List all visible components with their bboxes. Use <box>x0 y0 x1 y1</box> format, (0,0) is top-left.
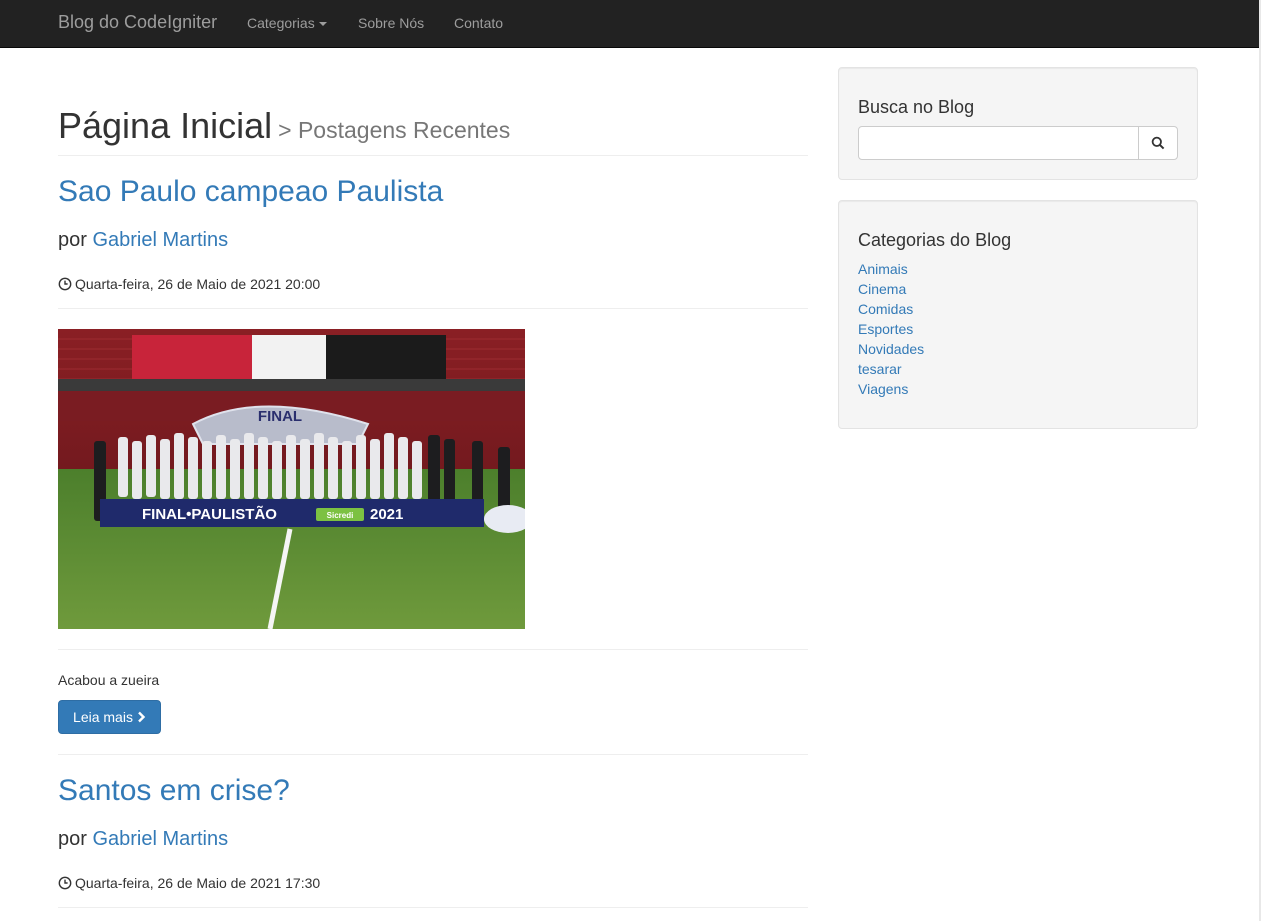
clock-icon <box>58 876 72 890</box>
post-author-link[interactable]: Gabriel Martins <box>92 828 228 850</box>
page-title: Página Inicial > Postagens Recentes <box>58 104 808 152</box>
caret-down-icon <box>318 22 327 27</box>
category-link[interactable]: Novidades <box>858 341 924 357</box>
page-header: Página Inicial > Postagens Recentes <box>58 104 808 156</box>
chevron-right-icon <box>138 711 146 723</box>
post-item: Santos em crise? por Gabriel Martins Qua… <box>58 773 808 892</box>
category-item: tesarar <box>858 359 924 379</box>
category-item: Viagens <box>858 379 924 399</box>
post-excerpt: Acabou a zueira <box>58 672 160 688</box>
category-link[interactable]: Viagens <box>858 381 908 397</box>
categories-panel: Categorias do Blog Animais Cinema Comida… <box>838 200 1198 429</box>
post-date-text: Quarta-feira, 26 de Maio de 2021 17:30 <box>75 875 321 891</box>
post-author-link[interactable]: Gabriel Martins <box>92 229 228 251</box>
post-author: por Gabriel Martins <box>58 227 808 253</box>
post-title-link[interactable]: Santos em crise? <box>58 774 290 807</box>
category-item: Novidades <box>858 339 924 359</box>
category-item: Comidas <box>858 299 924 319</box>
post-date: Quarta-feira, 26 de Maio de 2021 20:00 <box>58 275 808 293</box>
clock-icon <box>58 277 72 291</box>
category-item: Cinema <box>858 279 924 299</box>
brand-link[interactable]: Blog do CodeIgniter <box>58 12 217 32</box>
divider <box>58 649 808 650</box>
post-date-text: Quarta-feira, 26 de Maio de 2021 20:00 <box>75 276 321 292</box>
post-title: Santos em crise? <box>58 773 808 809</box>
image-sponsor-text: Sicredi <box>327 511 354 520</box>
category-link[interactable]: Cinema <box>858 281 906 297</box>
post-date: Quarta-feira, 26 de Maio de 2021 17:30 <box>58 874 808 892</box>
search-input[interactable] <box>858 126 1139 160</box>
post-image: FINAL FINAL•PAULISTÃO Sicredi 2021 <box>58 329 525 629</box>
divider <box>58 754 808 755</box>
category-item: Esportes <box>858 319 924 339</box>
search-icon <box>1151 136 1165 150</box>
post-title-link[interactable]: Sao Paulo campeao Paulista <box>58 175 443 208</box>
nav-contato[interactable]: Contato <box>454 14 503 32</box>
read-more-label: Leia mais <box>73 709 133 725</box>
navbar: Blog do CodeIgniter Categorias Sobre Nós… <box>0 0 1259 48</box>
page-title-text: Página Inicial <box>58 105 273 146</box>
divider <box>58 308 808 309</box>
category-link[interactable]: Esportes <box>858 321 913 337</box>
categories-list: Animais Cinema Comidas Esportes Novidade… <box>858 259 924 399</box>
image-board-text: FINAL•PAULISTÃO <box>142 505 277 523</box>
read-more-button[interactable]: Leia mais <box>58 700 161 734</box>
categories-panel-title: Categorias do Blog <box>858 230 1012 250</box>
category-item: Animais <box>858 259 924 279</box>
divider <box>58 907 808 908</box>
post-author: por Gabriel Martins <box>58 826 808 852</box>
search-panel: Busca no Blog <box>838 67 1198 180</box>
post-by-label: por <box>58 828 87 850</box>
post-item: Sao Paulo campeao Paulista por Gabriel M… <box>58 174 808 293</box>
image-banner-text: FINAL <box>258 408 302 425</box>
category-link[interactable]: Comidas <box>858 301 913 317</box>
page-subtitle: > Postagens Recentes <box>278 117 511 143</box>
nav-categorias-dropdown[interactable]: Categorias <box>247 14 327 32</box>
search-button[interactable] <box>1138 126 1178 160</box>
category-link[interactable]: Animais <box>858 261 908 277</box>
nav-sobre-nos[interactable]: Sobre Nós <box>358 14 424 32</box>
nav-categorias-label: Categorias <box>247 15 315 31</box>
post-title: Sao Paulo campeao Paulista <box>58 174 808 210</box>
image-board-year: 2021 <box>370 506 403 523</box>
category-link[interactable]: tesarar <box>858 361 902 377</box>
search-panel-title: Busca no Blog <box>858 97 975 117</box>
post-by-label: por <box>58 229 87 251</box>
